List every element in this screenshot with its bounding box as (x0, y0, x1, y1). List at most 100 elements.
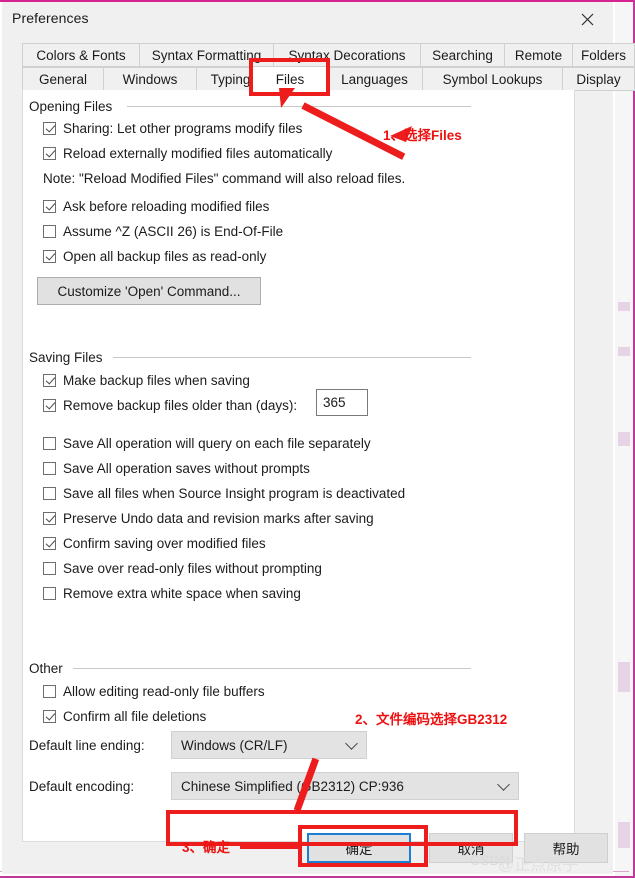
checkbox-assume-ctrl-z-is-end-of-file[interactable]: Assume ^Z (ASCII 26) is End-Of-File (43, 221, 283, 241)
button-label: 确定 (345, 842, 373, 857)
checkbox-reload-externally-modified-files-automatically[interactable]: Reload externally modified files automat… (43, 143, 332, 163)
checkbox-save-all-when-deactivated[interactable]: Save all files when Source Insight progr… (43, 483, 405, 503)
checkbox-make-backup-files-when-saving[interactable]: Make backup files when saving (43, 370, 250, 390)
checkbox-box[interactable] (43, 436, 56, 450)
tab-colors-and-fonts[interactable]: Colors & Fonts (22, 43, 140, 67)
checkbox-save-over-read-only-without-prompting[interactable]: Save over read-only files without prompt… (43, 558, 322, 578)
tab-strip: Colors & Fonts Syntax Formatting Syntax … (22, 43, 635, 91)
preferences-dialog: Preferences Colors & Fonts Syntax Format… (2, 2, 635, 874)
checkbox-remove-backup-files-older-than[interactable]: Remove backup files older than (days): (43, 395, 297, 415)
group-separator-saving-files (113, 357, 471, 358)
checkbox-box[interactable] (43, 146, 56, 160)
tab-syntax-formatting[interactable]: Syntax Formatting (140, 43, 274, 67)
tab-row-2: General Windows Typing Files Languages S… (22, 67, 635, 91)
default-encoding-value: Chinese Simplified (GB2312) CP:936 (181, 778, 404, 794)
checkbox-sharing-let-other-programs-modify-files[interactable]: Sharing: Let other programs modify files (43, 118, 302, 138)
tab-row-1: Colors & Fonts Syntax Formatting Syntax … (22, 43, 635, 67)
group-separator-other (73, 668, 471, 669)
backup-days-value: 365 (323, 395, 346, 410)
reload-modified-files-note: Note: "Reload Modified Files" command wi… (43, 171, 406, 186)
checkbox-box[interactable] (43, 121, 56, 135)
tab-label: Colors & Fonts (36, 47, 126, 63)
checkbox-label: Confirm saving over modified files (63, 535, 266, 551)
checkbox-box[interactable] (43, 199, 56, 213)
checkbox-label: Open all backup files as read-only (63, 248, 267, 264)
annotation-step-1-text: 1、选择Files (383, 128, 462, 143)
checkbox-box[interactable] (43, 224, 56, 238)
button-label: Customize 'Open' Command... (57, 283, 241, 299)
tab-syntax-decorations[interactable]: Syntax Decorations (274, 43, 421, 67)
group-title-saving-files: Saving Files (29, 350, 109, 365)
ok-button[interactable]: 确定 (307, 833, 411, 863)
checkbox-label: Remove extra white space when saving (63, 585, 301, 601)
annotation-step-3-text: 3、确定 (182, 840, 231, 855)
checkbox-box[interactable] (43, 709, 56, 723)
dialog-titlebar: Preferences (2, 2, 613, 36)
tab-folders[interactable]: Folders (573, 43, 635, 67)
default-line-ending-select[interactable]: Windows (CR/LF) (171, 731, 367, 759)
tab-display[interactable]: Display (563, 67, 635, 91)
tab-symbol-lookups[interactable]: Symbol Lookups (423, 67, 563, 91)
checkbox-box[interactable] (43, 249, 56, 263)
tab-label: Syntax Formatting (151, 47, 262, 63)
checkbox-label: Sharing: Let other programs modify files (63, 120, 303, 136)
checkbox-box[interactable] (43, 586, 56, 600)
checkbox-label: Remove backup files older than (days): (63, 397, 298, 413)
default-line-ending-label: Default line ending: (29, 738, 145, 753)
tab-label: Remote (514, 47, 563, 63)
checkbox-allow-editing-read-only-file-buffers[interactable]: Allow editing read-only file buffers (43, 681, 265, 701)
tab-languages[interactable]: Languages (327, 67, 423, 91)
tab-label: Syntax Decorations (288, 47, 406, 63)
checkbox-box[interactable] (43, 511, 56, 525)
checkbox-label: Save all files when Source Insight progr… (63, 485, 406, 501)
checkbox-label: Assume ^Z (ASCII 26) is End-Of-File (63, 223, 284, 239)
tab-label: Typing (210, 71, 251, 87)
annotation-box-files-tab-tail (279, 88, 295, 108)
tab-label: Display (576, 71, 621, 87)
checkbox-label: Save over read-only files without prompt… (63, 560, 322, 576)
group-title-opening-files: Opening Files (29, 99, 119, 114)
checkbox-save-all-without-prompts[interactable]: Save All operation saves without prompts (43, 458, 310, 478)
checkbox-label: Make backup files when saving (63, 372, 250, 388)
checkbox-open-all-backup-files-as-read-only[interactable]: Open all backup files as read-only (43, 246, 266, 266)
checkbox-remove-extra-white-space-when-saving[interactable]: Remove extra white space when saving (43, 583, 301, 603)
checkbox-confirm-all-file-deletions[interactable]: Confirm all file deletions (43, 706, 206, 726)
default-line-ending-value: Windows (CR/LF) (181, 737, 288, 753)
checkbox-preserve-undo-data[interactable]: Preserve Undo data and revision marks af… (43, 508, 374, 528)
watermark-csdn: CSDN (470, 852, 510, 868)
checkbox-box[interactable] (43, 398, 56, 412)
background-app-strip (615, 2, 633, 876)
tab-label: Folders (580, 47, 626, 63)
tab-label: Windows (122, 71, 178, 87)
tab-label: Languages (341, 71, 408, 87)
checkbox-label: Preserve Undo data and revision marks af… (63, 510, 374, 526)
checkbox-confirm-saving-over-modified-files[interactable]: Confirm saving over modified files (43, 533, 266, 553)
tab-searching[interactable]: Searching (421, 43, 505, 67)
annotation-arrow-3-shaft (240, 843, 302, 849)
checkbox-label: Save All operation will query on each fi… (63, 435, 371, 451)
checkbox-ask-before-reloading-modified-files[interactable]: Ask before reloading modified files (43, 196, 269, 216)
customize-open-command-button[interactable]: Customize 'Open' Command... (37, 277, 261, 305)
checkbox-label: Save All operation saves without prompts (63, 460, 310, 476)
backup-days-input[interactable]: 365 (316, 389, 368, 416)
checkbox-box[interactable] (43, 461, 56, 475)
tab-label: Files (275, 71, 305, 87)
checkbox-box[interactable] (43, 561, 56, 575)
tab-label: Symbol Lookups (442, 71, 543, 87)
default-encoding-select[interactable]: Chinese Simplified (GB2312) CP:936 (171, 772, 519, 800)
tab-general[interactable]: General (22, 67, 104, 91)
checkbox-box[interactable] (43, 373, 56, 387)
checkbox-box[interactable] (43, 536, 56, 550)
checkbox-label: Confirm all file deletions (63, 708, 207, 724)
checkbox-label: Ask before reloading modified files (63, 198, 270, 214)
tab-windows[interactable]: Windows (104, 67, 197, 91)
chevron-down-icon (497, 778, 510, 791)
checkbox-box[interactable] (43, 684, 56, 698)
checkbox-save-all-query-each-file[interactable]: Save All operation will query on each fi… (43, 433, 371, 453)
group-separator-opening-files (127, 106, 471, 107)
tab-remote[interactable]: Remote (505, 43, 573, 67)
annotation-step-2-text: 2、文件编码选择GB2312 (355, 712, 508, 727)
default-encoding-label: Default encoding: (29, 779, 135, 794)
close-icon[interactable] (565, 4, 609, 34)
checkbox-box[interactable] (43, 486, 56, 500)
